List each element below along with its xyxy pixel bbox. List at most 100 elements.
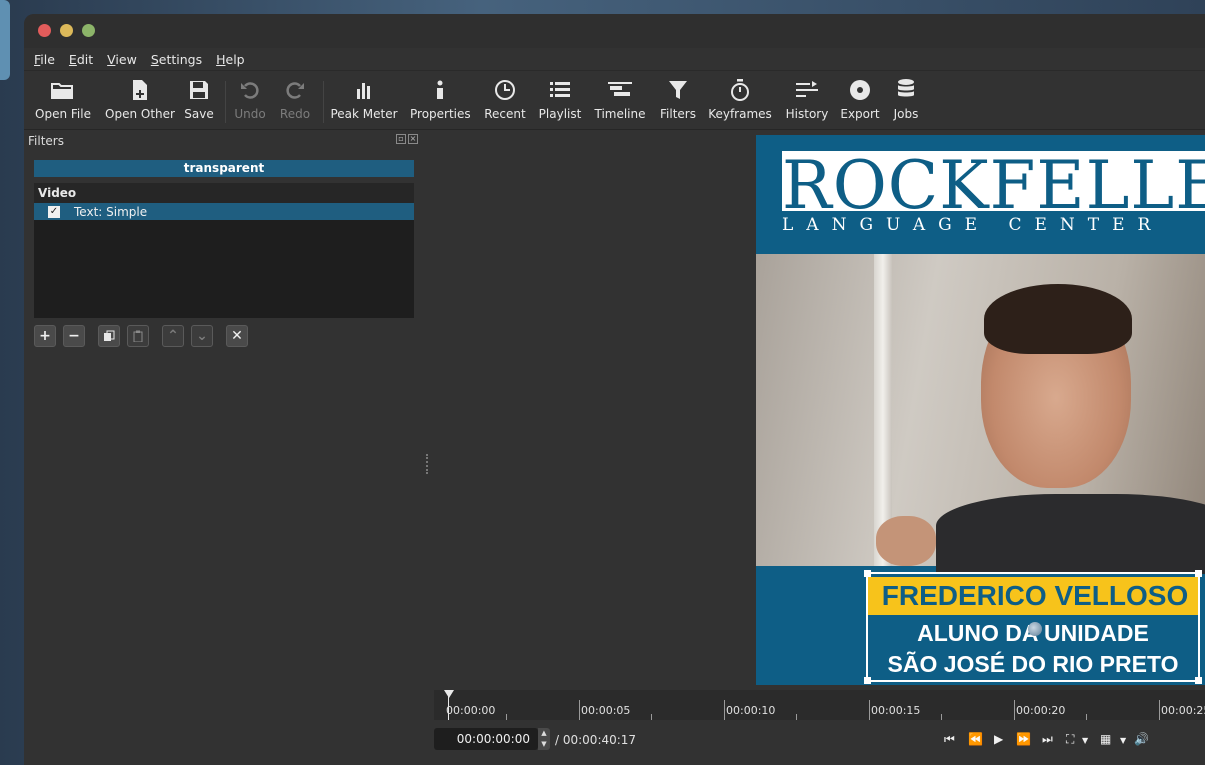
ruler-tick: [869, 700, 870, 720]
play-icon[interactable]: ▶: [994, 732, 1003, 746]
panel-controls: ▫ ×: [396, 134, 418, 144]
minimize-window-button[interactable]: [60, 24, 73, 37]
ruler-label: 00:00:20: [1016, 704, 1066, 717]
plus-icon: +: [39, 328, 51, 344]
grid-icon[interactable]: ▦: [1100, 732, 1111, 746]
grid-dropdown-chevron-icon[interactable]: ▼: [1120, 736, 1126, 745]
jobs-button[interactable]: Jobs: [890, 77, 922, 121]
filter-actions: + − ⌃ ⌄ ✕: [34, 325, 255, 347]
list-section-header: Video: [34, 183, 414, 203]
person-hair: [984, 284, 1132, 354]
recent-button[interactable]: Recent: [484, 77, 526, 121]
fast-forward-icon[interactable]: ⏩: [1016, 732, 1031, 746]
deselect-filter-button[interactable]: ✕: [226, 325, 248, 347]
logo-subtitle: LANGUAGE CENTER: [782, 215, 1164, 235]
rewind-icon[interactable]: ⏪: [968, 732, 983, 746]
close-panel-icon[interactable]: ×: [408, 134, 418, 144]
redo-button[interactable]: Redo: [277, 77, 313, 121]
float-panel-icon[interactable]: ▫: [396, 134, 406, 144]
maximize-window-button[interactable]: [82, 24, 95, 37]
meter-bars-icon: [330, 77, 398, 103]
toolbar-separator: [225, 81, 226, 123]
ruler-minor-tick: [941, 714, 942, 720]
ruler-tick: [1014, 700, 1015, 720]
toolbar-separator: [323, 81, 324, 123]
remove-filter-button[interactable]: −: [63, 325, 85, 347]
filters-panel: Filters ▫ × transparent Video ✓ Text: Si…: [24, 131, 424, 765]
copy-icon: [104, 330, 115, 341]
ruler-label: 00:00:05: [581, 704, 631, 717]
overlay-position-knob[interactable]: [1028, 622, 1042, 636]
ruler-tick: [724, 700, 725, 720]
keyframes-button[interactable]: Keyframes: [708, 77, 772, 121]
filter-item-label: Text: Simple: [74, 204, 148, 219]
video-frame: [756, 254, 1205, 574]
chevron-down-icon: ⌄: [196, 328, 208, 344]
move-filter-down-button[interactable]: ⌄: [191, 325, 213, 347]
properties-button[interactable]: Properties: [410, 77, 471, 121]
resize-handle[interactable]: [864, 677, 871, 684]
export-button[interactable]: Export: [840, 77, 880, 121]
resize-handle[interactable]: [1195, 677, 1202, 684]
playlist-button[interactable]: Playlist: [538, 77, 582, 121]
floppy-disk-icon: [184, 77, 214, 103]
timeline-ruler[interactable]: 00:00:00 00:00:05 00:00:10 00:00:15 00:0…: [434, 690, 1205, 720]
history-button[interactable]: History: [784, 77, 830, 121]
menu-edit[interactable]: Edit: [69, 52, 93, 67]
resize-handle[interactable]: [1195, 570, 1202, 577]
person-hand: [876, 516, 936, 566]
main-toolbar: Open File Open Other Save Undo Redo Peak…: [24, 70, 1205, 130]
ruler-tick: [579, 700, 580, 720]
ruler-label: 00:00:10: [726, 704, 776, 717]
zoom-dropdown-chevron-icon[interactable]: ▼: [1082, 736, 1088, 745]
timeline-button[interactable]: Timeline: [594, 77, 646, 121]
menu-view[interactable]: View: [107, 52, 137, 67]
skip-to-start-icon[interactable]: ⏮: [944, 732, 955, 747]
close-icon: ✕: [231, 328, 243, 344]
filters-button[interactable]: Filters: [658, 77, 698, 121]
menu-settings[interactable]: Settings: [151, 52, 202, 67]
title-bar: [24, 14, 1205, 48]
list-item[interactable]: ✓ Text: Simple: [34, 203, 414, 220]
resize-handle[interactable]: [864, 570, 871, 577]
timecode-spinner[interactable]: ▲ ▼: [538, 728, 550, 750]
add-filter-button[interactable]: +: [34, 325, 56, 347]
ruler-label: 00:00:15: [871, 704, 921, 717]
close-window-button[interactable]: [38, 24, 51, 37]
undo-button[interactable]: Undo: [232, 77, 268, 121]
overlay-name-text: FREDERICO VELLOSO: [881, 580, 1189, 611]
current-timecode-input[interactable]: 00:00:00:00: [434, 728, 538, 750]
filter-enabled-checkbox[interactable]: ✓: [48, 205, 60, 218]
filter-list[interactable]: Video ✓ Text: Simple: [34, 183, 414, 318]
copy-filter-button[interactable]: [98, 325, 120, 347]
ruler-minor-tick: [506, 714, 507, 720]
paste-filter-button[interactable]: [127, 325, 149, 347]
disc-icon: [840, 77, 880, 103]
list-icon: [538, 77, 582, 103]
move-filter-up-button[interactable]: ⌃: [162, 325, 184, 347]
ruler-minor-tick: [651, 714, 652, 720]
redo-icon: [277, 77, 313, 103]
info-icon: [410, 77, 470, 103]
panel-splitter-handle[interactable]: [426, 454, 428, 474]
zoom-fit-icon[interactable]: ⛶: [1066, 732, 1074, 747]
clip-name-label: transparent: [34, 160, 414, 177]
peak-meter-button[interactable]: Peak Meter: [330, 77, 398, 121]
ruler-label: 00:00:25: [1161, 704, 1205, 717]
video-preview[interactable]: ROCKFELLER LANGUAGE CENTER FREDERICO VEL…: [756, 135, 1205, 685]
menu-file[interactable]: File: [34, 52, 55, 67]
skip-to-end-icon[interactable]: ⏭: [1042, 732, 1053, 747]
funnel-icon: [658, 77, 698, 103]
text-overlay-box[interactable]: FREDERICO VELLOSO ALUNO DA UNIDADE SÃO J…: [864, 570, 1202, 684]
transport-bar: 00:00:00:00 ▲ ▼ / 00:00:40:17 ⏮ ⏪ ▶ ⏩ ⏭ ⛶…: [434, 726, 1205, 754]
playhead-marker[interactable]: [444, 690, 454, 698]
volume-icon[interactable]: 🔊: [1134, 732, 1149, 746]
file-plus-icon: [103, 77, 177, 103]
timeline-icon: [594, 77, 646, 103]
dock-edge: [0, 0, 10, 80]
menu-help[interactable]: Help: [216, 52, 245, 67]
save-button[interactable]: Save: [184, 77, 214, 121]
person-shirt: [936, 494, 1205, 574]
open-file-button[interactable]: Open File: [35, 77, 91, 121]
open-other-button[interactable]: Open Other: [103, 77, 177, 121]
